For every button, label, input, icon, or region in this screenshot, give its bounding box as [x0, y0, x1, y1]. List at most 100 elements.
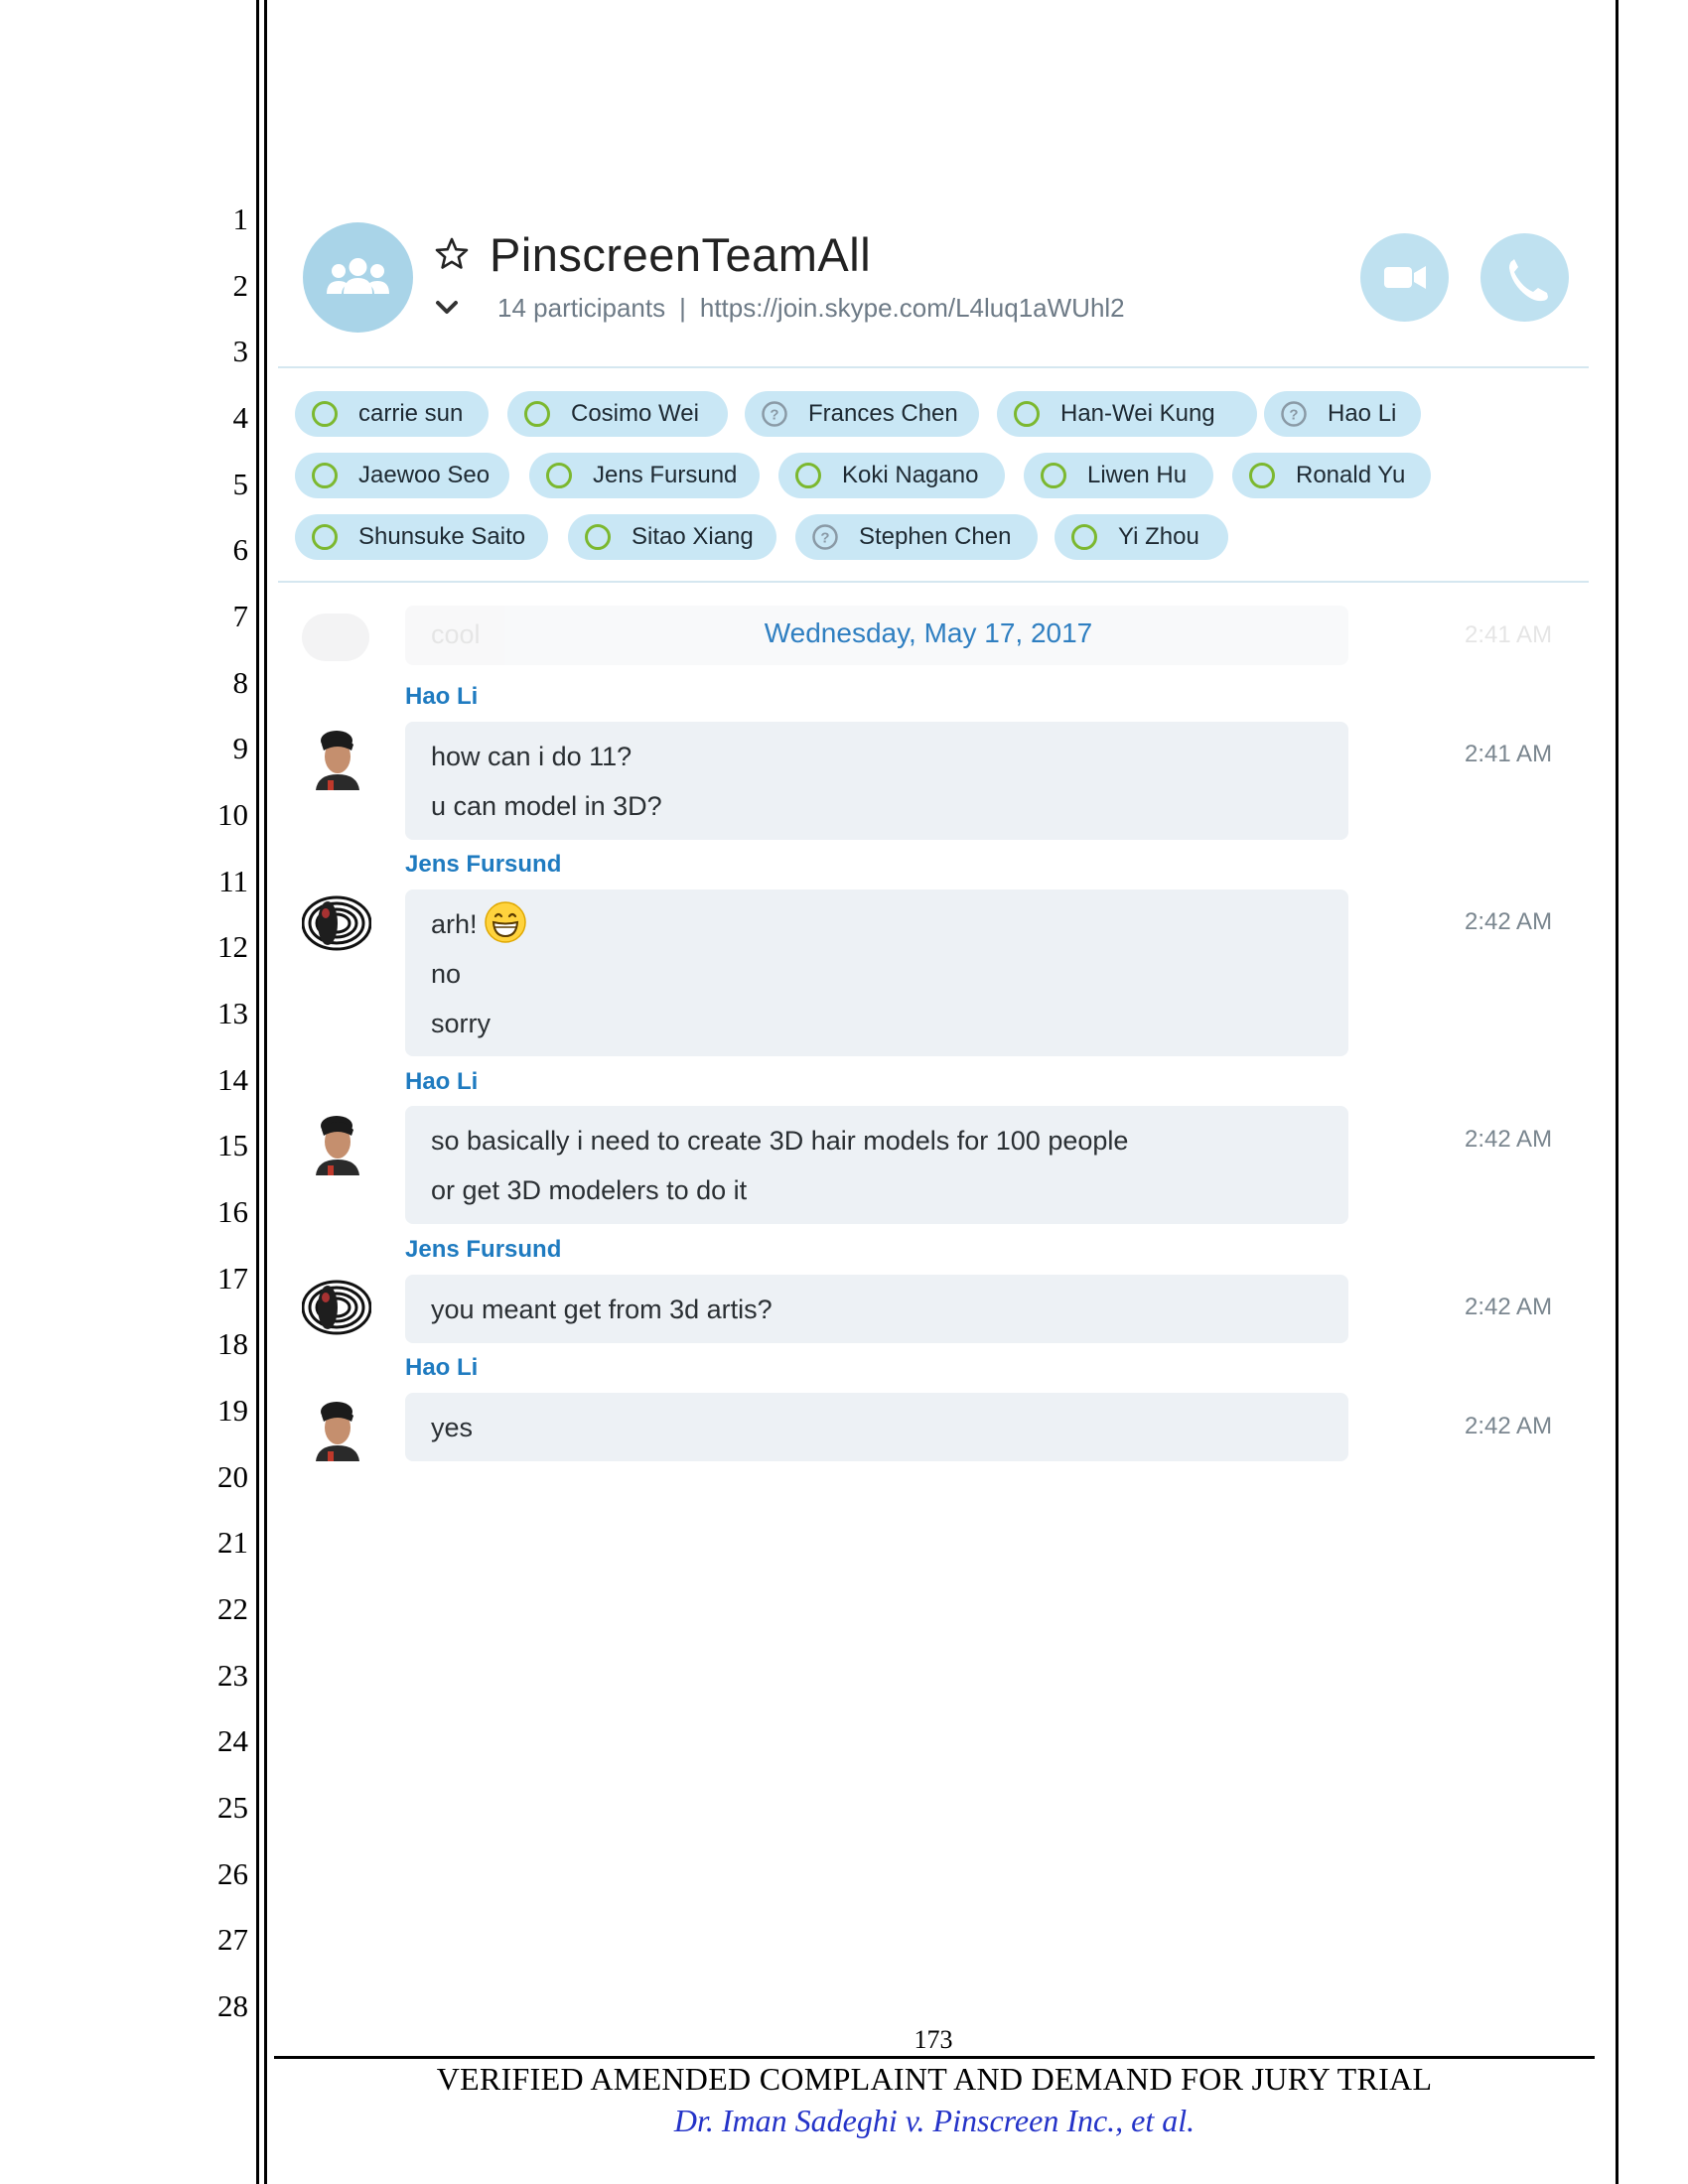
- footer-case-caption: Dr. Iman Sadeghi v. Pinscreen Inc., et a…: [673, 2103, 1196, 2138]
- message-time: 2:42 AM: [1465, 1413, 1553, 1439]
- line-number: 17: [217, 1261, 248, 1296]
- message-bubble[interactable]: so basically i need to create 3D hair mo…: [405, 1106, 1348, 1224]
- participant-chip[interactable]: Sitao Xiang: [568, 514, 776, 560]
- participant-chip[interactable]: Shunsuke Saito: [295, 514, 548, 560]
- participant-chip[interactable]: Ronald Yu: [1232, 453, 1431, 498]
- message-sender[interactable]: Hao Li: [405, 683, 478, 711]
- participant-name: carrie sun: [358, 400, 464, 427]
- line-number: 13: [217, 996, 248, 1030]
- line-number: 9: [232, 731, 249, 765]
- message-text: so basically i need to create 3D hair mo…: [431, 1126, 1129, 1156]
- group-avatar[interactable]: [303, 222, 413, 333]
- message-bubble[interactable]: arh! no sorry: [405, 889, 1348, 1056]
- line-number: 12: [217, 929, 248, 964]
- online-status-icon: [524, 401, 550, 427]
- video-call-icon: [1384, 266, 1426, 289]
- message-line: arh!: [431, 901, 1323, 957]
- online-status-icon: [312, 524, 338, 550]
- participant-chip[interactable]: ? Hao Li: [1264, 391, 1421, 437]
- hao-li-avatar[interactable]: [302, 1106, 371, 1175]
- online-status-icon: [1041, 463, 1066, 488]
- participant-chip[interactable]: Koki Nagano: [778, 453, 1005, 498]
- jens-fursund-avatar[interactable]: [302, 1276, 371, 1345]
- phone-call-icon: [1509, 259, 1548, 302]
- participant-name: Stephen Chen: [859, 523, 1012, 550]
- participant-chip[interactable]: ? Stephen Chen: [795, 514, 1038, 560]
- line-number: 24: [217, 1723, 248, 1758]
- participant-chip[interactable]: Liwen Hu: [1024, 453, 1213, 498]
- message-bubble[interactable]: you meant get from 3d artis?: [405, 1275, 1348, 1343]
- message-text: or get 3D modelers to do it: [431, 1175, 748, 1205]
- message-text: u can model in 3D?: [431, 791, 662, 821]
- participant-name: Yi Zhou: [1118, 523, 1199, 550]
- message-sender[interactable]: Hao Li: [405, 1354, 478, 1382]
- participant-chip[interactable]: Han-Wei Kung: [997, 391, 1257, 437]
- line-number: 2: [232, 268, 249, 303]
- online-status-icon: [585, 524, 611, 550]
- online-status-icon: [312, 463, 338, 488]
- chat-subtitle-row: 14 participants | https://join.skype.com…: [434, 291, 1125, 325]
- participant-chip[interactable]: Yi Zhou: [1055, 514, 1228, 560]
- chat-title-row: PinscreenTeamAll: [434, 226, 871, 282]
- line-number: 10: [217, 797, 248, 832]
- group-avatar-icon: [327, 258, 389, 294]
- online-status-icon: [1014, 401, 1040, 427]
- line-number: 5: [232, 467, 249, 501]
- star-icon[interactable]: [434, 236, 470, 272]
- line-number: 4: [232, 400, 249, 435]
- message-text: how can i do 11?: [431, 742, 633, 771]
- line-number: 16: [217, 1194, 248, 1229]
- line-number: 15: [217, 1128, 248, 1162]
- participant-name: Liwen Hu: [1087, 462, 1188, 488]
- message-time: 2:41 AM: [1465, 741, 1553, 767]
- chevron-down-icon[interactable]: [434, 299, 460, 317]
- message-sender[interactable]: Hao Li: [405, 1068, 478, 1096]
- footer-title: VERIFIED AMENDED COMPLAINT AND DEMAND FO…: [436, 2061, 1433, 2097]
- message-time: 2:42 AM: [1465, 1294, 1553, 1320]
- line-number: 26: [217, 1856, 248, 1891]
- unknown-status-icon: ?: [762, 401, 787, 427]
- participant-chip[interactable]: Jens Fursund: [529, 453, 760, 498]
- header-divider: [278, 366, 1589, 368]
- message-bubble[interactable]: how can i do 11? u can model in 3D?: [405, 722, 1348, 840]
- online-status-icon: [312, 401, 338, 427]
- right-margin-rule: [1616, 0, 1618, 2184]
- participant-chip[interactable]: carrie sun: [295, 391, 489, 437]
- participant-chip[interactable]: ? Frances Chen: [745, 391, 979, 437]
- hao-li-avatar[interactable]: [302, 721, 371, 790]
- participant-name: Frances Chen: [808, 400, 958, 427]
- participant-name: Cosimo Wei: [571, 400, 699, 427]
- participant-name: Sitao Xiang: [632, 523, 754, 550]
- phone-call-button[interactable]: [1480, 233, 1569, 322]
- participant-name: Koki Nagano: [842, 462, 979, 488]
- unknown-status-icon: ?: [812, 524, 838, 550]
- message-time: 2:42 AM: [1465, 908, 1553, 935]
- join-link[interactable]: https://join.skype.com/L4luq1aWUhl2: [700, 293, 1125, 324]
- participants-count[interactable]: 14 participants: [497, 293, 665, 324]
- participant-name: Jens Fursund: [593, 462, 738, 488]
- line-number: 25: [217, 1790, 248, 1825]
- line-number: 19: [217, 1393, 248, 1428]
- participant-name: Ronald Yu: [1296, 462, 1406, 488]
- participant-name: Hao Li: [1328, 400, 1397, 427]
- message-sender[interactable]: Jens Fursund: [405, 1236, 561, 1264]
- left-margin-rule-outer: [256, 0, 259, 2184]
- footer-rule: [274, 2056, 1595, 2059]
- participant-chip[interactable]: Jaewoo Seo: [295, 453, 509, 498]
- jens-fursund-avatar[interactable]: [302, 891, 371, 961]
- message-sender[interactable]: Jens Fursund: [405, 851, 561, 879]
- message-time: 2:42 AM: [1465, 1126, 1553, 1153]
- online-status-icon: [546, 463, 572, 488]
- video-call-button[interactable]: [1360, 233, 1449, 322]
- left-margin-rule-inner: [264, 0, 267, 2184]
- participant-chip[interactable]: Cosimo Wei: [507, 391, 728, 437]
- svg-text:?: ?: [820, 530, 829, 547]
- message-bubble[interactable]: yes: [405, 1393, 1348, 1461]
- line-number: 11: [218, 864, 248, 898]
- hao-li-avatar[interactable]: [302, 1392, 371, 1461]
- line-number: 21: [217, 1525, 248, 1560]
- line-number: 14: [217, 1062, 248, 1097]
- line-number: 22: [217, 1591, 248, 1626]
- participant-name: Han-Wei Kung: [1060, 400, 1215, 427]
- message-text: sorry: [431, 1009, 491, 1038]
